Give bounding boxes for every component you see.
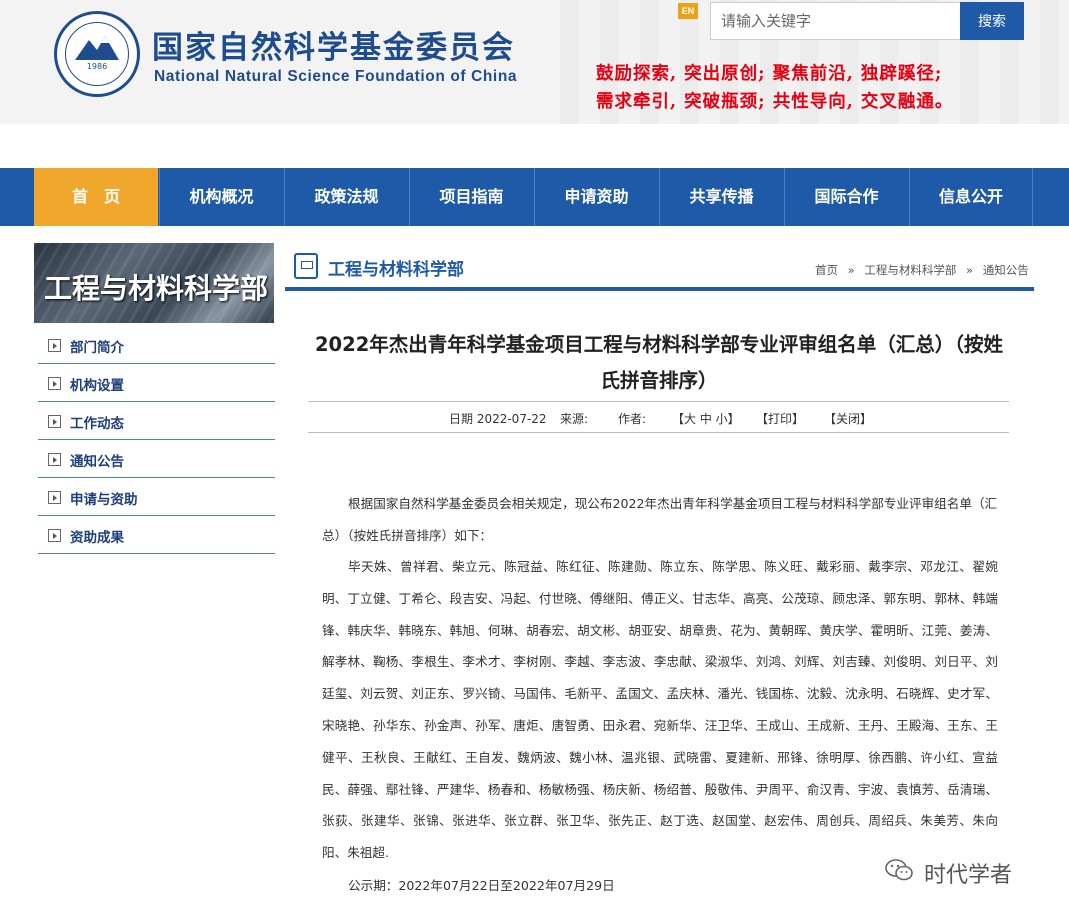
sidebar-item-label: 部门简介 (70, 340, 124, 356)
site-title-cn[interactable]: 国家自然科学基金委员会 (152, 22, 515, 67)
arrow-box-icon (48, 339, 61, 352)
logo-year: 1986 (86, 62, 108, 71)
breadcrumb-separator: » (847, 263, 855, 277)
search-input[interactable] (710, 2, 962, 40)
sidebar-item-label: 资助成果 (70, 530, 124, 546)
publicity-period: 公示期：2022年07月22日至2022年07月29日 (348, 878, 615, 893)
breadcrumb-separator: » (966, 263, 974, 277)
department-title-underline (285, 287, 1034, 291)
sidebar-item-label: 工作动态 (70, 416, 124, 432)
nav-item-international[interactable]: 国际合作 (784, 168, 908, 226)
sidebar-item-funding[interactable]: 申请与资助 (38, 478, 275, 516)
sidebar-item-label: 通知公告 (70, 454, 124, 470)
close-link[interactable]: 【关闭】 (824, 410, 872, 427)
nav-item-home[interactable]: 首 页 (34, 168, 158, 226)
article-intro: 根据国家自然科学基金委员会相关规定，现公布2022年杰出青年科学基金项目工程与材… (322, 496, 998, 543)
breadcrumb: 首页 » 工程与材料科学部 » 通知公告 (812, 262, 1032, 278)
reviewer-name-list: 毕天姝、曾祥君、柴立元、陈冠益、陈红征、陈建勋、陈立东、陈学思、陈义旺、戴彩丽、… (322, 559, 998, 861)
sidebar-item-news[interactable]: 工作动态 (38, 402, 275, 440)
banner-title: 工程与材料科学部 (44, 272, 269, 305)
nav-item-share[interactable]: 共享传播 (659, 168, 783, 226)
arrow-box-icon (48, 453, 61, 466)
wechat-icon (885, 859, 913, 881)
article-author: 作者: (618, 412, 647, 426)
sidebar-item-label: 机构设置 (70, 378, 124, 394)
print-link[interactable]: 【打印】 (756, 410, 804, 427)
sidebar-item-structure[interactable]: 机构设置 (38, 364, 275, 402)
slogan-line-2: 需求牵引, 突破瓶颈; 共性导向, 交叉融通。 (596, 92, 954, 112)
meta-divider-top (308, 401, 1009, 402)
nav-item-guide[interactable]: 项目指南 (409, 168, 533, 226)
english-version-link[interactable]: EN (678, 3, 698, 19)
article-source: 来源: (560, 412, 589, 426)
sidebar-item-label: 申请与资助 (70, 492, 138, 508)
watermark-text: 时代学者 (924, 863, 1013, 888)
mountain-icon (75, 36, 119, 60)
department-banner: 工程与材料科学部 (34, 243, 274, 323)
font-size-toggle[interactable]: 【大 中 小】 (672, 410, 740, 427)
arrow-box-icon (48, 529, 61, 542)
main-nav: 首 页 机构概况 政策法规 项目指南 申请资助 共享传播 国际合作 信息公开 (0, 168, 1069, 226)
search-button[interactable]: 搜索 (960, 2, 1024, 40)
arrow-box-icon (48, 377, 61, 390)
arrow-box-icon (48, 415, 61, 428)
breadcrumb-department[interactable]: 工程与材料科学部 (864, 263, 956, 277)
slogan-line-1: 鼓励探索, 突出原创; 聚焦前沿, 独辟蹊径; (596, 64, 943, 84)
nav-item-policy[interactable]: 政策法规 (284, 168, 408, 226)
nav-item-about[interactable]: 机构概况 (159, 168, 283, 226)
department-icon (294, 253, 318, 279)
article-date: 日期 2022-07-22 (449, 412, 547, 426)
site-title-en[interactable]: National Natural Science Foundation of C… (154, 68, 517, 86)
meta-divider-bottom (308, 432, 1009, 433)
breadcrumb-notices[interactable]: 通知公告 (983, 263, 1029, 277)
sidebar-item-results[interactable]: 资助成果 (38, 516, 275, 554)
sidebar-item-intro[interactable]: 部门简介 (38, 326, 275, 364)
department-title: 工程与材料科学部 (328, 260, 464, 280)
nav-item-disclosure[interactable]: 信息公开 (909, 168, 1033, 226)
breadcrumb-home[interactable]: 首页 (815, 263, 838, 277)
site-header: 1986 国家自然科学基金委员会 National Natural Scienc… (0, 0, 1069, 124)
nsfc-logo[interactable]: 1986 (54, 11, 140, 97)
nav-item-apply[interactable]: 申请资助 (534, 168, 658, 226)
article-title: 2022年杰出青年科学基金项目工程与材料科学部专业评审组名单（汇总）（按姓氏拼音… (314, 333, 1004, 392)
sidebar-item-notices[interactable]: 通知公告 (38, 440, 275, 478)
arrow-box-icon (48, 491, 61, 504)
